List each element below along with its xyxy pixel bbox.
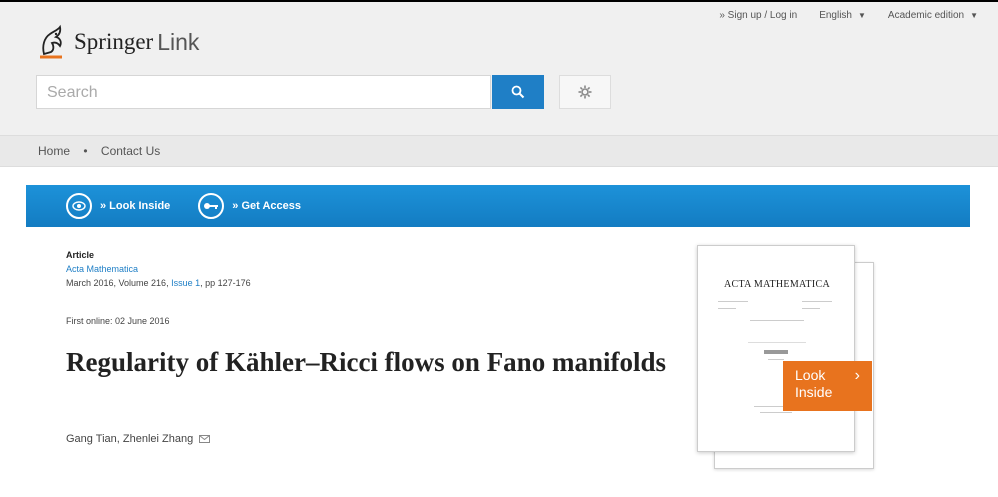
- cover-line: [760, 412, 792, 413]
- email-icon[interactable]: [199, 435, 211, 443]
- springerlink-logo[interactable]: Springer Link: [36, 22, 199, 62]
- journal-link[interactable]: Acta Mathematica: [66, 264, 138, 274]
- look-inside-label: » Look Inside: [100, 200, 171, 212]
- get-access-label: » Get Access: [232, 200, 301, 212]
- look-inside-cover-button[interactable]: Look Inside ›: [783, 361, 872, 411]
- chevron-down-icon: ▼: [970, 11, 978, 20]
- look-inside-line2: Inside: [795, 384, 833, 400]
- eye-icon: [66, 193, 92, 219]
- language-label: English: [819, 10, 852, 21]
- search-button[interactable]: [492, 75, 544, 109]
- edition-select[interactable]: Academic edition ▼: [888, 10, 978, 21]
- date-volume: March 2016, Volume 216,: [66, 278, 172, 288]
- brand-name: Springer: [74, 29, 154, 54]
- cover-line: [718, 308, 736, 309]
- article-meta: Article Acta Mathematica March 2016, Vol…: [66, 248, 251, 290]
- edition-label: Academic edition: [887, 10, 965, 21]
- cover-line: [802, 308, 820, 309]
- top-links: » Sign up / Log in English ▼ Academic ed…: [719, 10, 978, 21]
- authors-line: Gang Tian, Zhenlei Zhang: [66, 433, 211, 445]
- cover-line: [748, 342, 806, 343]
- brand-suffix: Link: [157, 28, 200, 55]
- article-action-bar: » Look Inside » Get Access: [26, 185, 970, 227]
- citation-line: March 2016, Volume 216, Issue 1, pp 127-…: [66, 276, 251, 290]
- cover-line: [718, 301, 748, 302]
- look-inside-line1: Look: [795, 367, 826, 383]
- signup-login-link[interactable]: » Sign up / Log in: [719, 10, 797, 21]
- cover-journal-title: ACTA MATHEMATICA: [724, 279, 830, 290]
- language-select[interactable]: English ▼: [819, 10, 866, 21]
- content-type: Article: [66, 250, 95, 260]
- cover-line: [764, 350, 788, 354]
- nav-contact-link[interactable]: Contact Us: [101, 144, 160, 158]
- first-online-date: First online: 02 June 2016: [66, 316, 170, 326]
- chevron-down-icon: ▼: [858, 11, 866, 20]
- breadcrumb-nav: Home • Contact Us: [0, 135, 998, 167]
- get-access-action[interactable]: » Get Access: [198, 193, 301, 219]
- author-names[interactable]: Gang Tian, Zhenlei Zhang: [66, 433, 193, 445]
- issue-link[interactable]: Issue 1: [171, 278, 200, 288]
- nav-home-link[interactable]: Home: [38, 144, 70, 158]
- nav-separator: •: [83, 144, 88, 158]
- gear-icon: [578, 85, 592, 99]
- look-inside-action[interactable]: » Look Inside: [66, 193, 170, 219]
- cover-line: [750, 320, 804, 321]
- site-header: Springer Link » Sign up / Log in English…: [0, 2, 998, 135]
- journal-cover[interactable]: ACTA MATHEMATICA: [697, 245, 855, 452]
- chevron-right-icon: ›: [854, 367, 860, 384]
- article-title: Regularity of Kähler–Ricci flows on Fano…: [66, 347, 666, 377]
- search-icon: [511, 85, 525, 99]
- cover-line: [768, 359, 784, 360]
- cover-line: [802, 301, 832, 302]
- pages: , pp 127-176: [200, 278, 251, 288]
- springer-horse-icon: [40, 24, 62, 59]
- search-options-button[interactable]: [559, 75, 611, 109]
- key-icon: [198, 193, 225, 219]
- search-input[interactable]: Search: [36, 75, 491, 109]
